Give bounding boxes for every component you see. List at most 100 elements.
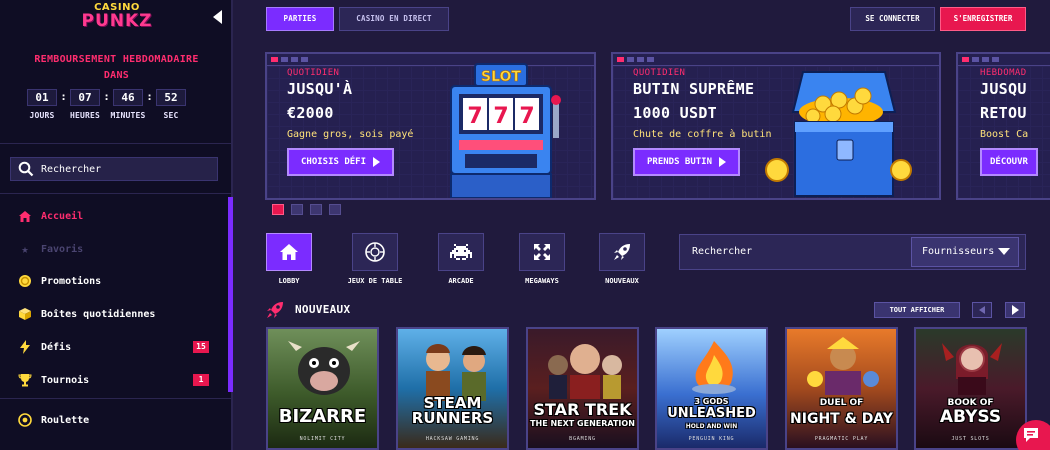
promo-banner-challenge[interactable]: QUOTIDIEN JUSQU'À €2000 Gagne gros, sois… bbox=[265, 52, 596, 200]
game-card-book-of-abyss[interactable]: BOOK OF ABYSS JUST SLOTS bbox=[914, 327, 1027, 450]
banner-pagination bbox=[272, 204, 341, 215]
chevron-down-icon bbox=[998, 248, 1010, 255]
providers-dropdown[interactable]: Fournisseurs bbox=[911, 237, 1019, 267]
arrow-left-icon bbox=[979, 306, 985, 314]
star-icon: ★ bbox=[21, 242, 29, 256]
banner-amount: €2000 bbox=[287, 104, 334, 122]
game-provider: PRAGMATIC PLAY bbox=[814, 436, 869, 442]
chat-icon bbox=[1024, 428, 1038, 442]
choose-challenge-button[interactable]: CHOISIS DÉFI bbox=[287, 148, 395, 176]
category-table-games[interactable]: JEUX DE TABLE bbox=[340, 233, 410, 285]
collapse-sidebar-icon[interactable] bbox=[213, 10, 222, 24]
svg-text:7: 7 bbox=[519, 104, 534, 129]
cashback-title: REMBOURSEMENT HEBDOMADAIRE DANS bbox=[0, 52, 233, 84]
cow-artwork bbox=[288, 341, 360, 395]
svg-text:7: 7 bbox=[493, 104, 508, 129]
take-loot-button[interactable]: PRENDS BUTIN bbox=[633, 148, 741, 176]
banner-dot[interactable] bbox=[291, 204, 303, 215]
game-title: ABYSS bbox=[939, 407, 1002, 427]
game-subtitle: THE NEXT GENERATION bbox=[530, 419, 635, 428]
sidebar-item-tournois[interactable]: Tournois 1 bbox=[0, 367, 233, 393]
sidebar-item-promotions[interactable]: Promotions bbox=[0, 268, 233, 294]
rocket-icon bbox=[599, 233, 645, 271]
category-lobby[interactable]: LOBBY bbox=[254, 233, 324, 285]
tab-parties[interactable]: PARTIES bbox=[266, 7, 334, 31]
game-card-star-trek[interactable]: STAR TREK THE NEXT GENERATION BGAMING bbox=[526, 327, 639, 450]
sidebar-item-favoris[interactable]: ★ Favoris bbox=[0, 236, 233, 262]
chip-icon bbox=[352, 233, 398, 271]
carousel-next-button[interactable] bbox=[1005, 302, 1025, 318]
category-new[interactable]: NOUVEAUX bbox=[587, 233, 657, 285]
countdown-hours-label: HEURES bbox=[69, 111, 101, 120]
game-title: STEAM RUNNERS bbox=[411, 394, 494, 427]
game-card-bizarre[interactable]: BIZARRE NOLIMIT CITY bbox=[266, 327, 379, 450]
countdown-minutes: 46 MINUTES bbox=[106, 89, 150, 120]
sidebar-item-label: Promotions bbox=[41, 275, 102, 287]
sidebar-item-roulette[interactable]: Roulette bbox=[0, 407, 233, 433]
cashback-title-line1: REMBOURSEMENT HEBDOMADAIRE bbox=[34, 54, 199, 65]
banner-category: HEBDOMAD bbox=[980, 68, 1027, 78]
sidebar-search-input[interactable]: Rechercher bbox=[10, 157, 218, 181]
fire-artwork bbox=[692, 341, 736, 394]
cta-label: PRENDS BUTIN bbox=[647, 157, 713, 167]
banner-description: Chute de coffre à butin bbox=[633, 129, 772, 140]
game-card-steam-runners[interactable]: STEAM RUNNERS HACKSAW GAMING bbox=[396, 327, 509, 450]
character-artwork bbox=[942, 343, 1002, 395]
game-card-duel-of-night-and-day[interactable]: DUEL OF NIGHT & DAY PRAGMATIC PLAY bbox=[785, 327, 898, 450]
game-pretitle: DUEL OF bbox=[819, 398, 864, 408]
play-icon bbox=[719, 157, 727, 167]
game-provider: HACKSAW GAMING bbox=[425, 436, 480, 442]
countdown-days-label: JOURS bbox=[29, 111, 55, 120]
banner-headline: JUSQU'À bbox=[287, 80, 353, 98]
sidebar-divider bbox=[0, 193, 233, 194]
arrow-right-icon bbox=[1011, 305, 1019, 315]
show-all-button[interactable]: TOUT AFFICHER bbox=[874, 302, 960, 318]
sidebar-item-accueil[interactable]: Accueil bbox=[0, 203, 233, 229]
providers-label: Fournisseurs bbox=[922, 246, 995, 257]
sidebar-item-boites[interactable]: Boîtes quotidiennes bbox=[0, 301, 233, 327]
discover-button[interactable]: DÉCOUVR bbox=[980, 148, 1038, 176]
game-title: UNLEASHED bbox=[667, 406, 756, 421]
space-invader-icon bbox=[438, 233, 484, 271]
lightning-icon bbox=[16, 340, 34, 354]
characters-artwork bbox=[426, 344, 486, 401]
banner-category: QUOTIDIEN bbox=[633, 68, 686, 78]
promo-banner-weekly[interactable]: HEBDOMAD JUSQU RETOU Boost Ca DÉCOUVR bbox=[956, 52, 1050, 200]
game-provider: BGAMING bbox=[569, 436, 596, 442]
game-pretitle: 3 GODS bbox=[694, 397, 729, 406]
banner-description: Gagne gros, sois payé bbox=[287, 129, 414, 140]
category-label: ARCADE bbox=[448, 277, 474, 285]
login-button[interactable]: SE CONNECTER bbox=[850, 7, 935, 31]
banner-headline: BUTIN SUPRÊME bbox=[633, 80, 755, 98]
banner-category: QUOTIDIEN bbox=[287, 68, 340, 78]
banner-dot[interactable] bbox=[329, 204, 341, 215]
carousel-prev-button[interactable] bbox=[972, 302, 992, 318]
category-label: JEUX DE TABLE bbox=[347, 277, 403, 285]
category-megaways[interactable]: MEGAWAYS bbox=[507, 233, 577, 285]
sidebar-item-defis[interactable]: Défis 15 bbox=[0, 334, 233, 360]
banner-headline: JUSQU bbox=[980, 80, 1027, 98]
trophy-icon bbox=[16, 373, 34, 387]
sidebar-divider bbox=[0, 143, 233, 144]
treasure-chest-icon bbox=[765, 71, 912, 197]
cta-label: DÉCOUVR bbox=[990, 157, 1028, 167]
tab-casino-en-direct[interactable]: CASINO EN DIRECT bbox=[339, 7, 449, 31]
register-button[interactable]: S'ENREGISTRER bbox=[940, 7, 1026, 31]
casino-logo[interactable]: CASINO PUNKZ bbox=[72, 2, 162, 30]
sidebar-item-label: Tournois bbox=[41, 374, 90, 386]
banner-dot[interactable] bbox=[310, 204, 322, 215]
arrows-expand-icon bbox=[519, 233, 565, 271]
banner-dot[interactable] bbox=[272, 204, 284, 215]
promo-banner-loot[interactable]: QUOTIDIEN BUTIN SUPRÊME 1000 USDT Chute … bbox=[611, 52, 941, 200]
countdown-days: 01 JOURS bbox=[20, 89, 64, 120]
play-icon bbox=[373, 157, 381, 167]
countdown-seconds-value: 52 bbox=[156, 89, 186, 106]
window-dots bbox=[271, 57, 308, 62]
category-arcade[interactable]: ARCADE bbox=[426, 233, 496, 285]
sidebar-item-label: Accueil bbox=[41, 210, 84, 222]
characters-artwork bbox=[548, 344, 622, 399]
game-provider: NOLIMIT CITY bbox=[299, 436, 346, 442]
game-search-input[interactable]: Rechercher bbox=[692, 246, 752, 257]
sidebar-item-label: Boîtes quotidiennes bbox=[41, 308, 156, 320]
game-card-3-gods-unleashed[interactable]: 3 GODS UNLEASHED HOLD AND WIN PENGUIN KI… bbox=[655, 327, 768, 450]
